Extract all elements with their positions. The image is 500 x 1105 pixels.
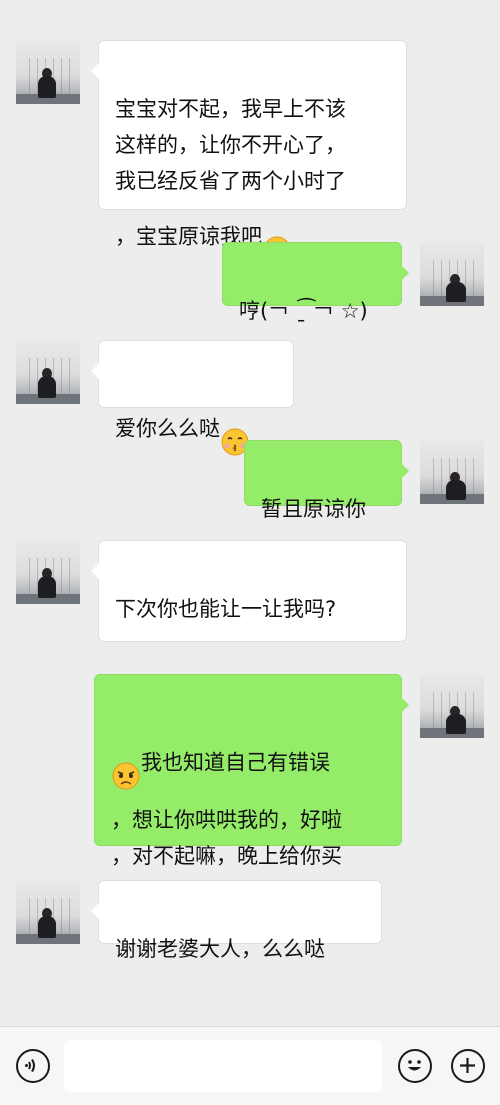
message-bubble[interactable]: 宝宝对不起，我早上不该 这样的，让你不开心了， 我已经反省了两个小时了 ，宝宝原…: [91, 40, 407, 264]
plus-icon[interactable]: [451, 1049, 485, 1083]
message-bubble[interactable]: 下次你也能让一让我吗?: [91, 540, 407, 728]
message-text: 哼(￢ ˍ͡ ￢ ☆): [239, 299, 368, 323]
chat-area: 宝宝对不起，我早上不该 这样的，让你不开心了， 我已经反省了两个小时了 ，宝宝原…: [0, 0, 500, 1026]
message-bubble[interactable]: 爱你么么哒: [91, 340, 294, 456]
voice-icon[interactable]: [16, 1049, 50, 1083]
message-text: 暂且原谅你: [261, 497, 366, 521]
message-text: 谢谢老婆大人，么么哒: [115, 937, 325, 961]
message-bubble[interactable]: 我也知道自己有错误 ，想让你哄哄我的，好啦 ，对不起嘛，晚上给你买 好吃的，: [94, 674, 409, 941]
emoji-icon[interactable]: [398, 1049, 432, 1083]
sad-face-icon: [111, 725, 141, 802]
message-input[interactable]: [64, 1040, 382, 1092]
chat-input-bar: [0, 1026, 500, 1105]
message-text: 下次你也能让一让我吗?: [115, 597, 337, 621]
my-avatar[interactable]: [420, 242, 484, 306]
message-bubble[interactable]: 暂且原谅你: [244, 440, 409, 521]
message-bubble[interactable]: 哼(￢ ˍ͡ ￢ ☆): [222, 242, 409, 323]
message-text: 爱你么么哒: [115, 416, 220, 441]
message-bubble[interactable]: 谢谢老婆大人，么么哒: [91, 880, 382, 961]
contact-avatar[interactable]: [16, 340, 80, 404]
message-text: 宝宝对不起，我早上不该 这样的，让你不开心了， 我已经反省了两个小时了 ，宝宝原…: [115, 97, 346, 249]
contact-avatar[interactable]: [16, 880, 80, 944]
contact-avatar[interactable]: [16, 40, 80, 104]
my-avatar[interactable]: [420, 440, 484, 504]
contact-avatar[interactable]: [16, 540, 80, 604]
my-avatar[interactable]: [420, 674, 484, 738]
